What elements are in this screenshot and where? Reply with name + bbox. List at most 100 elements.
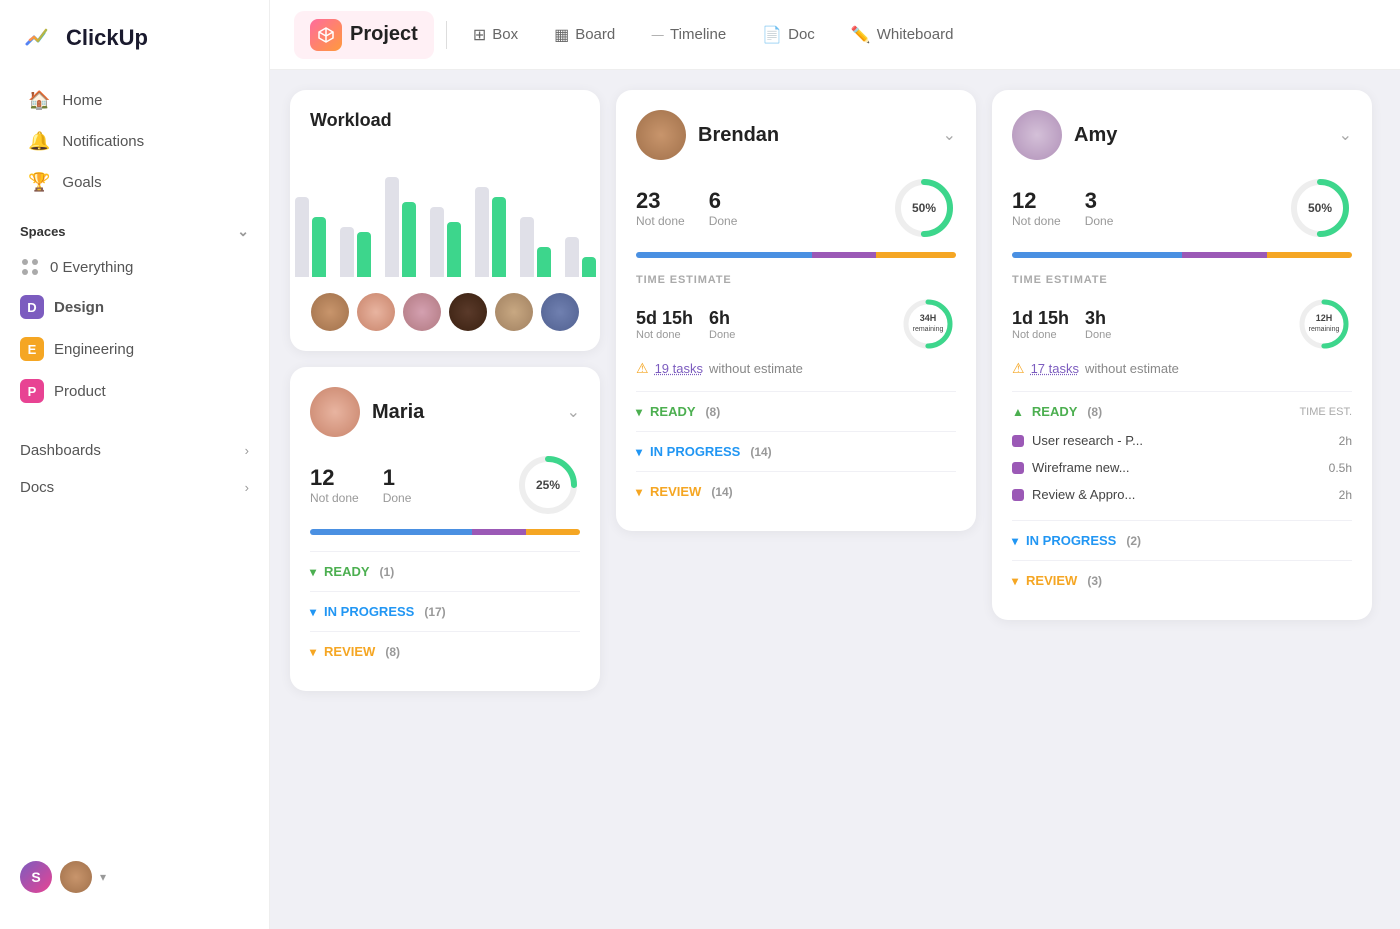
avatar-5[interactable]	[495, 293, 533, 331]
maria-bar-purple	[472, 529, 526, 535]
brendan-warning-suffix: without estimate	[709, 361, 803, 376]
sidebar-item-everything[interactable]: 0 Everything	[0, 248, 269, 286]
user-chevron-icon[interactable]: ▾	[100, 870, 106, 884]
sidebar-dashboards-label: Dashboards	[20, 442, 101, 459]
maria-review-header[interactable]: ▾ REVIEW (8)	[310, 644, 580, 659]
tab-board[interactable]: ▦ Board	[540, 17, 629, 53]
spaces-section-header: Spaces ⌄	[0, 203, 269, 248]
whiteboard-icon: ✏️	[851, 25, 871, 45]
amy-percent-label: 50%	[1308, 201, 1332, 215]
project-tab-icon	[310, 19, 342, 51]
amy-warning: ⚠ 17 tasks without estimate	[1012, 360, 1352, 377]
amy-review-header[interactable]: ▾ REVIEW (3)	[1012, 573, 1352, 588]
bar-green-5	[492, 197, 506, 277]
amy-review-count: (3)	[1087, 574, 1102, 588]
tab-timeline[interactable]: ⏤ Timeline	[637, 18, 740, 52]
bar-gray-2	[340, 227, 354, 277]
avatar-4[interactable]	[449, 293, 487, 331]
bar-gray-5	[475, 187, 489, 277]
bar-group-2	[340, 227, 371, 277]
maria-status-review: ▾ REVIEW (8)	[310, 631, 580, 671]
avatar-6[interactable]	[541, 293, 579, 331]
avatar-1[interactable]	[311, 293, 349, 331]
amy-warning-icon: ⚠	[1012, 360, 1025, 377]
brendan-done: 6 Done	[709, 188, 738, 228]
tab-box[interactable]: ⊞ Box	[459, 17, 532, 53]
task-dot-3	[1012, 489, 1024, 501]
amy-review-label: REVIEW	[1026, 573, 1077, 588]
brendan-warning-link[interactable]: 19 tasks	[655, 361, 703, 376]
bar-green-2	[357, 232, 371, 277]
brendan-progress-chevron-icon: ▾	[636, 445, 642, 459]
task-row-1[interactable]: User research - P... 2h	[1012, 427, 1352, 454]
brendan-time-estimate-label: TIME ESTIMATE	[636, 274, 956, 286]
maria-review-label: REVIEW	[324, 644, 375, 659]
sidebar-item-product[interactable]: P Product	[0, 370, 269, 412]
amy-remaining-label: 12H remaining	[1309, 314, 1340, 334]
amy-time-done: 3h Done	[1085, 308, 1111, 341]
maria-done: 1 Done	[383, 465, 412, 505]
brendan-review-count: (14)	[711, 485, 732, 499]
amy-review-chevron-icon: ▾	[1012, 574, 1018, 588]
amy-chevron-icon[interactable]: ⌄	[1339, 125, 1352, 145]
task-row-2[interactable]: Wireframe new... 0.5h	[1012, 454, 1352, 481]
amy-progress-header[interactable]: ▾ IN PROGRESS (2)	[1012, 533, 1352, 548]
bar-green-4	[447, 222, 461, 277]
amy-warning-link[interactable]: 17 tasks	[1031, 361, 1079, 376]
brendan-ready-chevron-icon: ▾	[636, 405, 642, 419]
sidebar-item-design[interactable]: D Design	[0, 286, 269, 328]
everything-icon	[20, 257, 40, 277]
tab-doc[interactable]: 📄 Doc	[748, 17, 829, 53]
tab-whiteboard[interactable]: ✏️ Whiteboard	[837, 17, 968, 53]
sidebar-item-goals[interactable]: 🏆 Goals	[8, 162, 261, 203]
sidebar-item-docs[interactable]: Docs ›	[0, 469, 269, 506]
amy-ready-header[interactable]: ▲ READY (8) TIME EST.	[1012, 404, 1352, 419]
main-area: Project ⊞ Box ▦ Board ⏤ Timeline 📄 Doc ✏…	[270, 0, 1400, 929]
amy-header: Amy ⌄	[1012, 110, 1352, 160]
maria-review-chevron-icon: ▾	[310, 645, 316, 659]
sidebar-item-notifications[interactable]: 🔔 Notifications	[8, 121, 261, 162]
brendan-ready-header[interactable]: ▾ READY (8)	[636, 404, 956, 419]
content-area: Workload	[270, 70, 1400, 929]
brendan-bar-blue	[636, 252, 812, 258]
maria-chevron-icon[interactable]: ⌄	[567, 402, 580, 422]
project-tab[interactable]: Project	[294, 11, 434, 59]
brendan-chevron-icon[interactable]: ⌄	[943, 125, 956, 145]
sidebar-item-dashboards[interactable]: Dashboards ›	[0, 432, 269, 469]
maria-ready-header[interactable]: ▾ READY (1)	[310, 564, 580, 579]
avatar-3[interactable]	[403, 293, 441, 331]
box-icon: ⊞	[473, 25, 486, 45]
task-name-1: User research - P...	[1032, 433, 1331, 448]
sidebar-item-home-label: Home	[62, 92, 102, 109]
amy-progress-label: IN PROGRESS	[1026, 533, 1116, 548]
avatar-2[interactable]	[357, 293, 395, 331]
amy-status-ready: ▲ READY (8) TIME EST. User research - P.…	[1012, 391, 1352, 520]
amy-bar-blue	[1012, 252, 1182, 258]
sidebar-item-home[interactable]: 🏠 Home	[8, 80, 261, 121]
spaces-chevron-icon[interactable]: ⌄	[237, 223, 249, 240]
sidebar-item-engineering[interactable]: E Engineering	[0, 328, 269, 370]
brendan-stats: 23 Not done 6 Done 50%	[636, 176, 956, 240]
brendan-progress-header[interactable]: ▾ IN PROGRESS (14)	[636, 444, 956, 459]
maria-progress-chevron-icon: ▾	[310, 605, 316, 619]
maria-card: Maria ⌄ 12 Not done 1 Done	[290, 367, 600, 691]
maria-progress-ring: 25%	[516, 453, 580, 517]
brendan-percent-label: 50%	[912, 201, 936, 215]
user-avatar-s[interactable]: S	[20, 861, 52, 893]
maria-status-progress: ▾ IN PROGRESS (17)	[310, 591, 580, 631]
engineering-badge: E	[20, 337, 44, 361]
bar-gray-3	[385, 177, 399, 277]
left-column: Workload	[290, 90, 600, 691]
maria-review-count: (8)	[385, 645, 400, 659]
maria-bar-yellow	[526, 529, 580, 535]
task-row-3[interactable]: Review & Appro... 2h	[1012, 481, 1352, 508]
amy-time-estimate-label: TIME ESTIMATE	[1012, 274, 1352, 286]
maria-progress-header[interactable]: ▾ IN PROGRESS (17)	[310, 604, 580, 619]
user-avatar-photo[interactable]	[60, 861, 92, 893]
sidebar-item-product-label: Product	[54, 383, 106, 400]
brendan-review-header[interactable]: ▾ REVIEW (14)	[636, 484, 956, 499]
docs-chevron-icon: ›	[245, 480, 249, 495]
amy-status-review: ▾ REVIEW (3)	[1012, 560, 1352, 600]
brendan-avatar	[636, 110, 686, 160]
amy-bar-purple	[1182, 252, 1267, 258]
